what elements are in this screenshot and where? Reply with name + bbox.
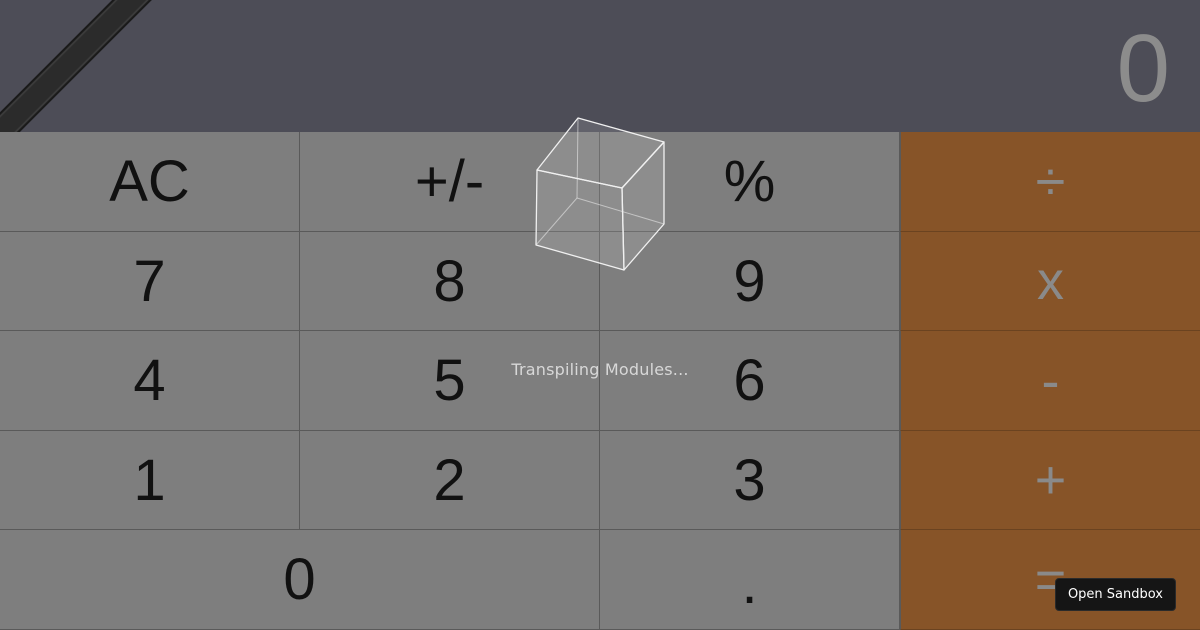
- digit-6-button[interactable]: 6: [600, 331, 900, 431]
- digit-4-button[interactable]: 4: [0, 331, 300, 431]
- plus-button[interactable]: +: [900, 431, 1200, 530]
- display-value: 0: [1116, 15, 1170, 122]
- cube-icon: [535, 117, 665, 271]
- minus-button[interactable]: -: [900, 331, 1200, 431]
- decimal-button[interactable]: .: [600, 530, 900, 630]
- loading-text: Transpiling Modules...: [511, 360, 689, 379]
- divide-button[interactable]: ÷: [900, 132, 1200, 232]
- digit-1-button[interactable]: 1: [0, 431, 300, 530]
- corner-ribbon: [0, 0, 172, 132]
- multiply-button[interactable]: x: [900, 232, 1200, 331]
- digit-7-button[interactable]: 7: [0, 232, 300, 331]
- digit-5-button[interactable]: 5: [300, 331, 600, 431]
- open-sandbox-button[interactable]: Open Sandbox: [1054, 578, 1176, 611]
- ac-button[interactable]: AC: [0, 132, 300, 232]
- digit-3-button[interactable]: 3: [600, 431, 900, 530]
- digit-2-button[interactable]: 2: [300, 431, 600, 530]
- digit-0-button[interactable]: 0: [0, 530, 600, 630]
